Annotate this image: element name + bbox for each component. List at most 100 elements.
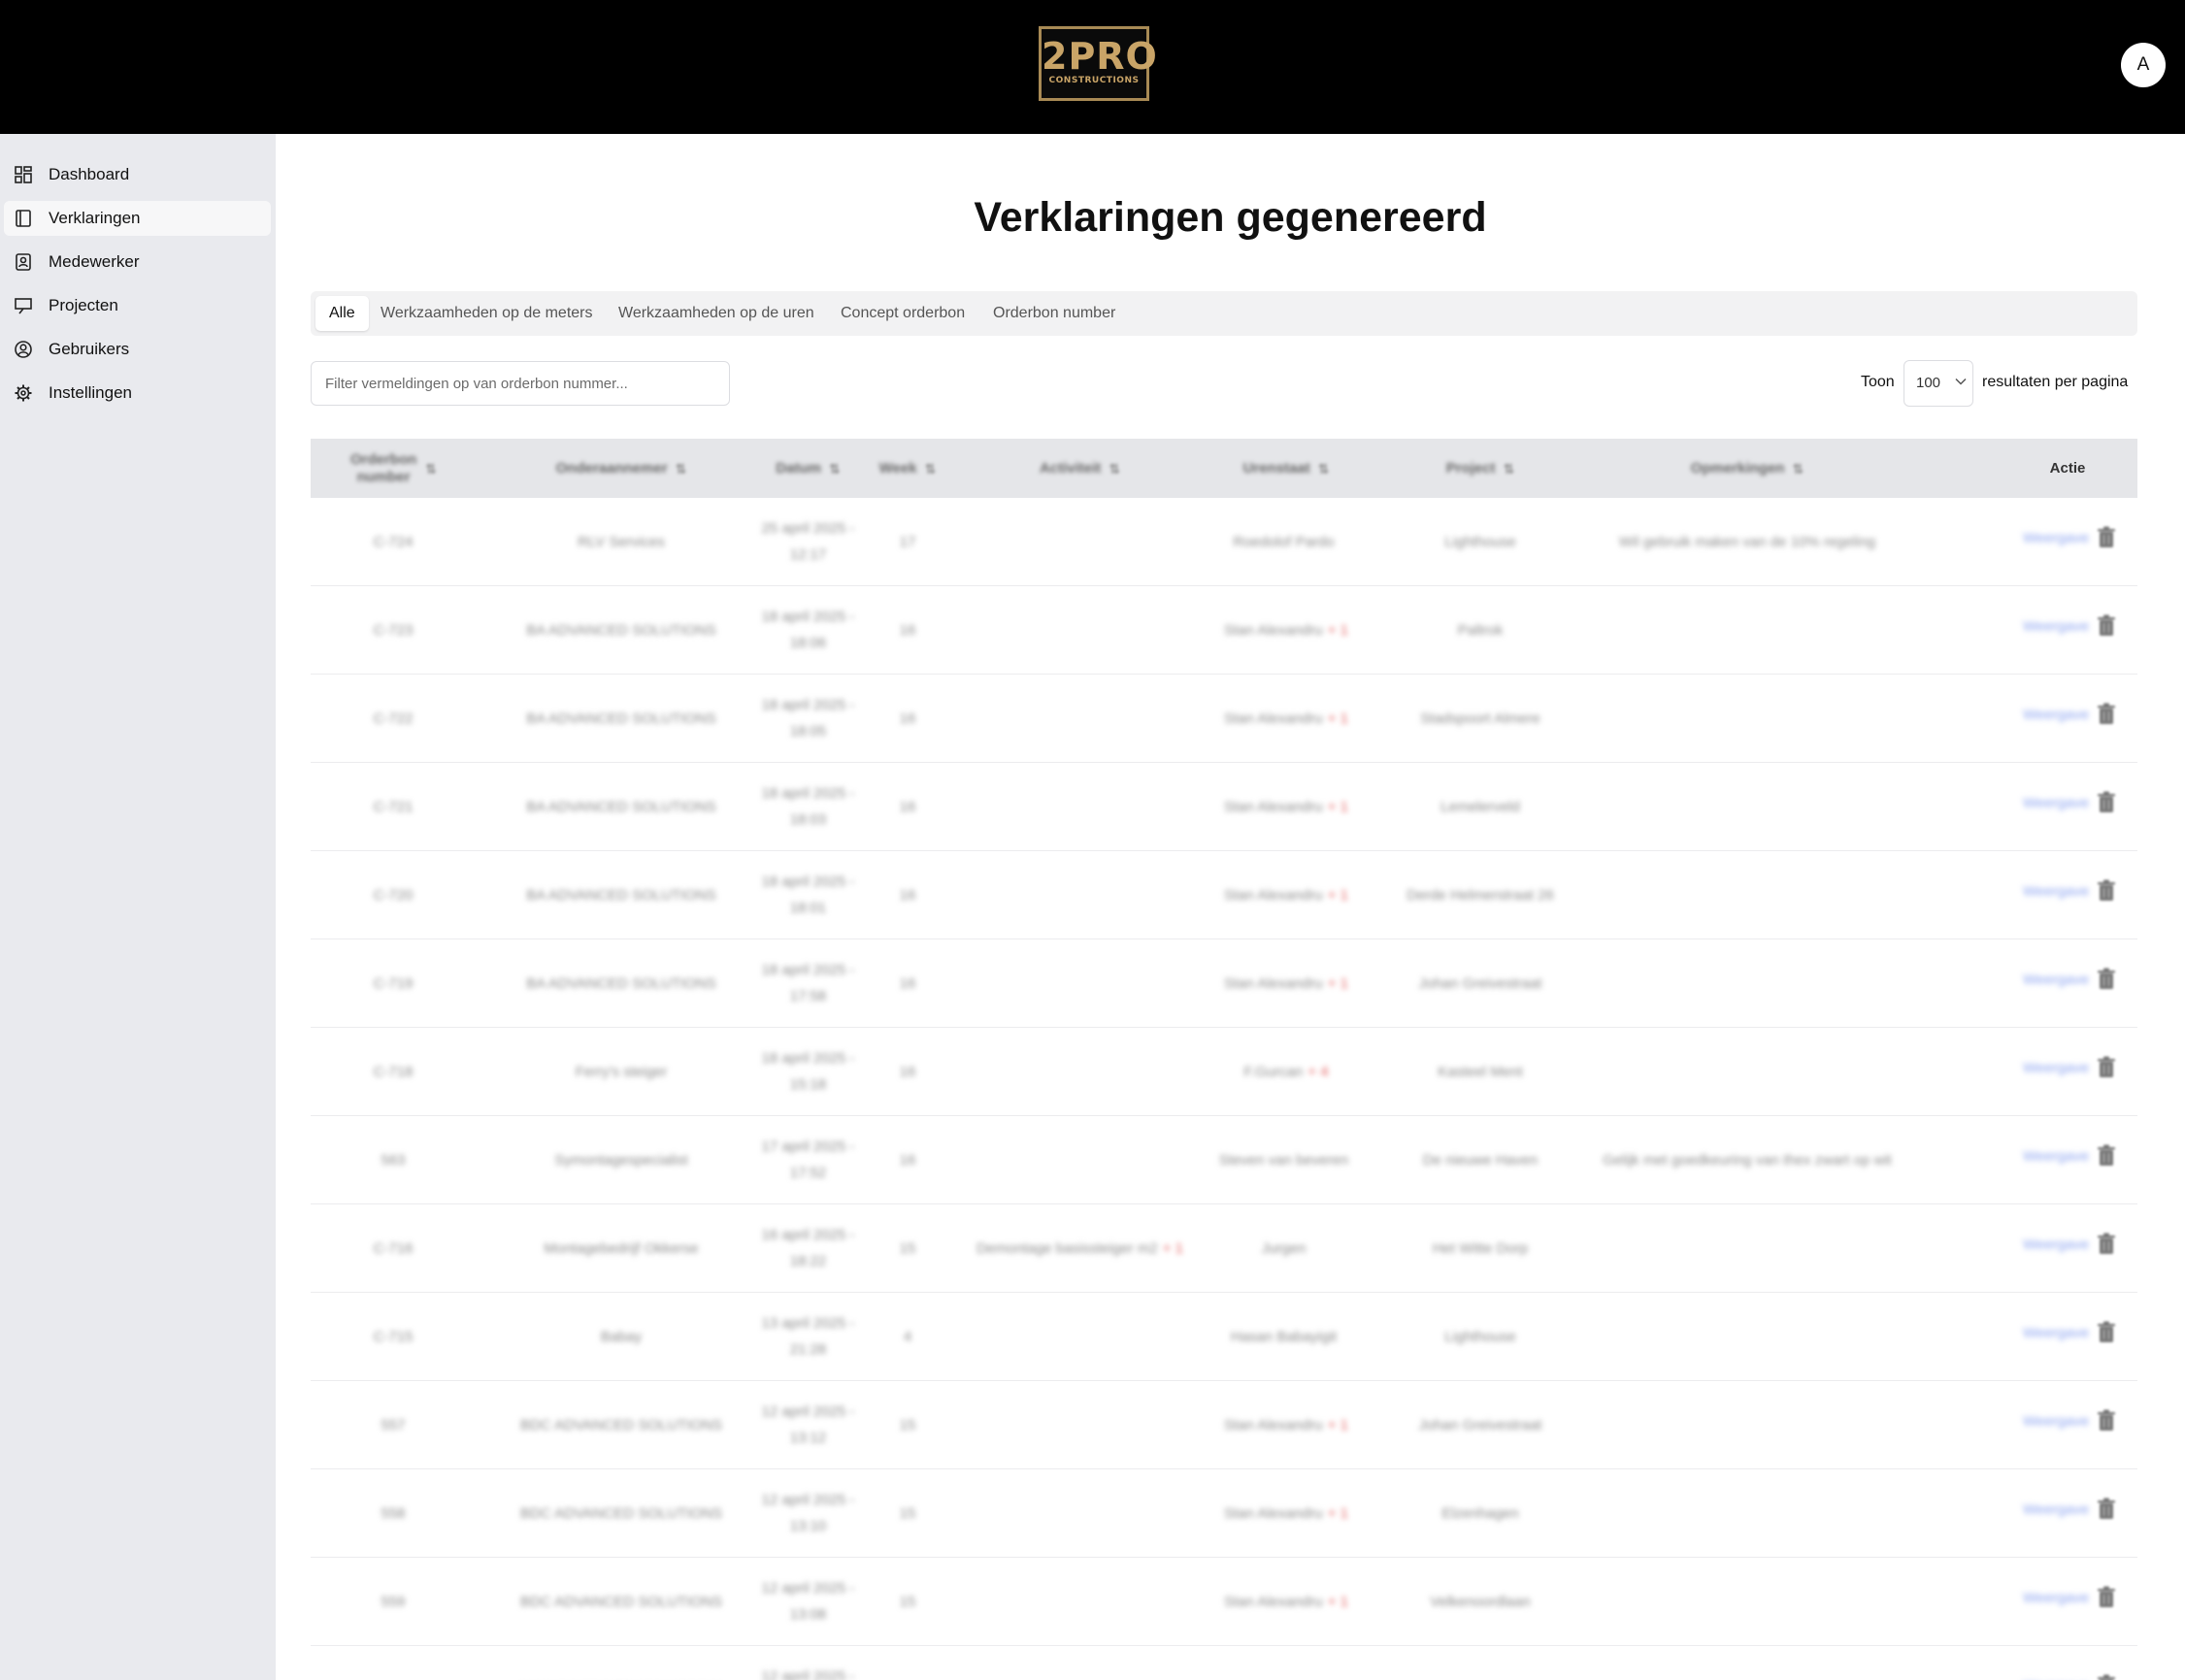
column-header-label: Onderaannemer — [555, 459, 668, 477]
trash-icon[interactable] — [2097, 1409, 2116, 1433]
view-link[interactable]: Weergave — [2023, 618, 2089, 635]
table-row[interactable]: C-722 BA ADVANCED SOLUTIONS 18 april 2025 … — [311, 675, 2137, 763]
cell-text: C-716 — [373, 1239, 414, 1257]
trash-icon[interactable] — [2097, 1321, 2116, 1344]
cell-text: 12 april 2025 - 13:10 — [761, 1492, 855, 1534]
cell-remarks — [1582, 1293, 1912, 1380]
column-header-project[interactable]: Project ⇅ — [1383, 439, 1577, 498]
table-row[interactable]: 558 BDC ADVANCED SOLUTIONS 12 april 2025 -… — [311, 1469, 2137, 1558]
cell-date: 12 april 2025 - 13:12 — [743, 1381, 874, 1468]
view-link[interactable]: Weergave — [2023, 883, 2089, 900]
trash-icon[interactable] — [2097, 703, 2116, 726]
cell-text: BA ADVANCED SOLUTIONS — [526, 709, 716, 727]
cell-remarks — [1582, 1646, 1912, 1680]
cell-date: 12 april 2025 - 13:10 — [743, 1469, 874, 1557]
trash-icon[interactable] — [2097, 1586, 2116, 1609]
table-row[interactable]: C-719 BA ADVANCED SOLUTIONS 18 april 2025 … — [311, 939, 2137, 1028]
table-row[interactable]: 559 BDC ADVANCED SOLUTIONS 12 april 2025 -… — [311, 1558, 2137, 1646]
view-link[interactable]: Weergave — [2023, 707, 2089, 723]
cell-order: C-724 — [325, 498, 461, 585]
trash-icon[interactable] — [2097, 614, 2116, 638]
cell-text: Johan Greivestraat — [1418, 974, 1542, 992]
column-header-label: Actie — [2049, 459, 2086, 477]
column-header-orderbon[interactable]: Orderbon number ⇅ — [325, 439, 461, 498]
view-link[interactable]: Weergave — [2023, 795, 2089, 811]
tab-concept-orderbon[interactable]: Concept orderbon — [841, 296, 965, 331]
cell-sub: RLV Services — [500, 498, 743, 585]
cell-text: 13 april 2025 - 21:28 — [761, 1315, 855, 1358]
trash-icon[interactable] — [2097, 1498, 2116, 1521]
cell-remarks: Gelijk met goedkeuring van thex zwart op… — [1582, 1116, 1912, 1203]
cell-hours — [1189, 1646, 1383, 1680]
view-link[interactable]: Weergave — [2023, 1060, 2089, 1076]
cell-sub: Babay — [500, 1293, 743, 1380]
cell-text: C-719 — [373, 974, 414, 992]
view-link[interactable]: Weergave — [2023, 1148, 2089, 1165]
view-link[interactable]: Weergave — [2023, 972, 2089, 988]
cell-project: Lighthouse — [1383, 498, 1577, 585]
cell-text: 18 april 2025 - 18:05 — [761, 697, 855, 740]
sidebar-item-verklaringen[interactable]: Verklaringen — [4, 201, 271, 236]
view-link[interactable]: Weergave — [2023, 1590, 2089, 1606]
cell-week: 17 — [864, 498, 951, 585]
table-row[interactable]: C-723 BA ADVANCED SOLUTIONS 18 april 2025 … — [311, 586, 2137, 675]
column-header-datum[interactable]: Datum ⇅ — [743, 439, 874, 498]
column-header-activiteit[interactable]: Activiteit ⇅ — [971, 439, 1189, 498]
employee-badge-icon — [16, 253, 31, 271]
tab-werkzaamheden-meters[interactable]: Werkzaamheden op de meters — [381, 296, 592, 331]
tab-alle[interactable]: Alle — [315, 296, 369, 331]
sidebar-item-medewerker[interactable]: Medewerker — [4, 245, 271, 280]
view-link[interactable]: Weergave — [2023, 1325, 2089, 1341]
company-logo[interactable]: 2PRO CONSTRUCTIONS — [1039, 26, 1157, 101]
table-row[interactable]: C-715 Babay 13 april 2025 - 21:28 4 Hasan Ba… — [311, 1293, 2137, 1381]
cell-activity — [971, 939, 1189, 1027]
trash-icon[interactable] — [2097, 1056, 2116, 1079]
cell-text: C-721 — [373, 798, 414, 815]
tab-orderbon-number[interactable]: Orderbon number — [993, 296, 1115, 331]
sidebar-item-instellingen[interactable]: Instellingen — [4, 376, 271, 411]
cell-text: Paltrok — [1457, 621, 1504, 639]
trash-icon[interactable] — [2097, 1144, 2116, 1168]
cell-hours: Roedolof Pardo — [1189, 498, 1383, 585]
trash-icon[interactable] — [2097, 1233, 2116, 1256]
cell-sub: BA ADVANCED SOLUTIONS — [500, 675, 743, 762]
sidebar-item-projecten[interactable]: Projecten — [4, 288, 271, 323]
table-row[interactable]: C-724 RLV Services 25 april 2025 - 12:17 17… — [311, 498, 2137, 586]
sidebar-item-dashboard[interactable]: Dashboard — [4, 157, 271, 192]
view-link[interactable]: Weergave — [2023, 530, 2089, 546]
table-row[interactable]: C-716 Montagebedrijf Okkerse 16 april 2025… — [311, 1204, 2137, 1293]
table-row[interactable]: C-718 Ferry's steiger 18 april 2025 - 15:1… — [311, 1028, 2137, 1116]
cell-text: BA ADVANCED SOLUTIONS — [526, 974, 716, 992]
trash-icon[interactable] — [2097, 526, 2116, 549]
table-row[interactable]: C-720 BA ADVANCED SOLUTIONS 18 april 2025 … — [311, 851, 2137, 939]
cell-date: 18 april 2025 - 18:06 — [743, 586, 874, 674]
cell-order: 557 — [325, 1381, 461, 1468]
trash-icon[interactable] — [2097, 968, 2116, 991]
table-row[interactable]: C-721 BA ADVANCED SOLUTIONS 18 april 2025 … — [311, 763, 2137, 851]
trash-icon[interactable] — [2097, 1674, 2116, 1680]
column-header-actie: Actie — [2009, 439, 2126, 498]
column-header-opmerkingen[interactable]: Opmerkingen ⇅ — [1582, 439, 1912, 498]
view-link[interactable]: Weergave — [2023, 1413, 2089, 1430]
table-row[interactable]: BDC ADVANCED SOLUTIONS 12 april 2025 - 13… — [311, 1646, 2137, 1680]
table-row[interactable]: 563 Symontagespecialist 17 april 2025 - 17… — [311, 1116, 2137, 1204]
sort-icon: ⇅ — [1317, 460, 1330, 477]
view-link[interactable]: Weergave — [2023, 1501, 2089, 1518]
tab-werkzaamheden-uren[interactable]: Werkzaamheden op de uren — [618, 296, 814, 331]
table-row[interactable]: 557 BDC ADVANCED SOLUTIONS 12 april 2025 -… — [311, 1381, 2137, 1469]
column-header-urenstaat[interactable]: Urenstaat ⇅ — [1189, 439, 1383, 498]
view-link[interactable]: Weergave — [2023, 1236, 2089, 1253]
cell-text: 25 april 2025 - 12:17 — [761, 520, 855, 563]
presentation-icon — [15, 298, 32, 314]
user-avatar[interactable]: A — [2121, 43, 2166, 87]
trash-icon[interactable] — [2097, 879, 2116, 903]
orderbon-filter-input[interactable] — [311, 361, 730, 406]
column-header-week[interactable]: Week ⇅ — [864, 439, 951, 498]
sidebar-item-gebruikers[interactable]: Gebruikers — [4, 332, 271, 367]
column-header-onderaannemer[interactable]: Onderaannemer ⇅ — [500, 439, 743, 498]
trash-icon[interactable] — [2097, 791, 2116, 814]
per-page-select[interactable]: 100 — [1904, 360, 1973, 407]
cell-hours: Stan Alexandru + 1 — [1189, 851, 1383, 939]
sidebar-item-label: Projecten — [49, 296, 118, 314]
cell-order: 558 — [325, 1469, 461, 1557]
